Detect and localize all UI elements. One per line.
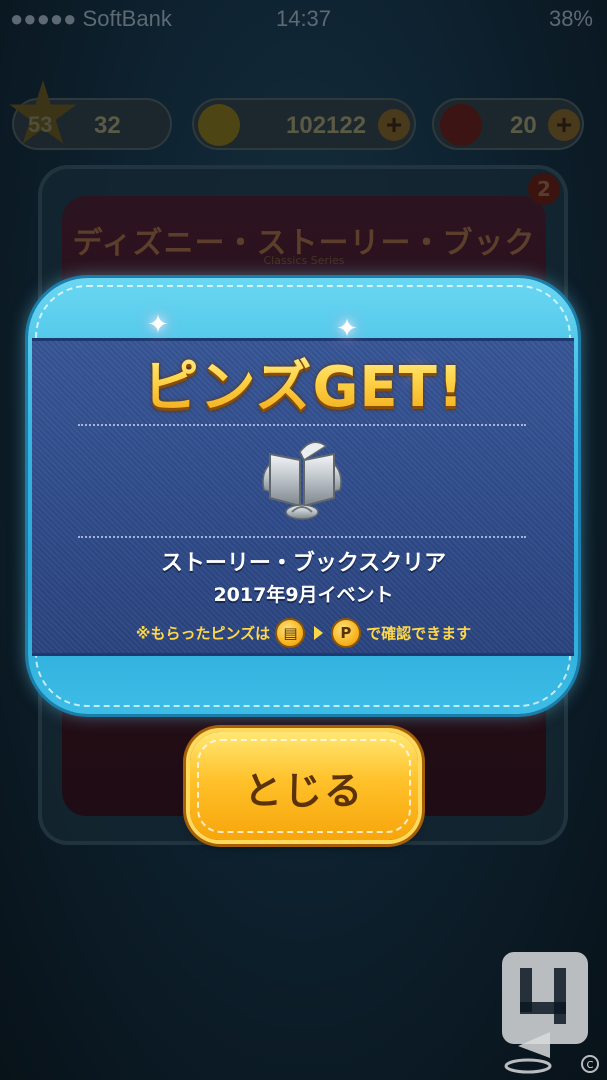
divider-top: [78, 424, 526, 426]
heart-count: 20: [510, 112, 537, 139]
svg-text:C: C: [587, 1060, 594, 1071]
pin-event-label: 2017年9月イベント: [213, 584, 394, 606]
heart-icon: [440, 104, 482, 146]
clock: 14:37: [275, 6, 332, 31]
sparkle-icon: ✦: [336, 314, 358, 344]
add-hearts-button[interactable]: +: [548, 109, 580, 141]
close-button[interactable]: とじる: [190, 732, 418, 840]
arrow-right-icon: [313, 626, 323, 640]
heart-counter: 20 +: [432, 98, 584, 150]
notice-prefix: ※もらったピンズは: [135, 624, 271, 643]
sparkle-icon: ✦: [147, 310, 169, 340]
add-coins-button[interactable]: +: [378, 109, 410, 141]
level-number: 53: [28, 112, 53, 137]
divider-bottom: [78, 536, 526, 538]
modal-title: ピンズGET!: [0, 342, 607, 423]
level-progress: 32: [94, 112, 121, 139]
coin-icon: [198, 104, 240, 146]
notice-text: ※もらったピンズは で確認できます: [0, 618, 607, 650]
pin-name: ストーリー・ブックスクリア: [160, 551, 447, 576]
document-icon: [275, 618, 306, 648]
coin-count: 102122: [286, 112, 367, 139]
close-button-label: とじる: [243, 769, 364, 813]
p-coin-icon: [330, 618, 361, 648]
notice-suffix: で確認できます: [366, 624, 472, 643]
status-bar: ●●●●● SoftBank 14:37 38%: [0, 0, 607, 40]
story-book-subtitle: Classics Series: [263, 254, 345, 267]
watermark-logo: C: [502, 952, 599, 1074]
coin-counter: 102122 +: [192, 98, 416, 150]
notification-badge: 2: [528, 173, 560, 205]
battery-level: 38%: [548, 6, 593, 31]
open-book-badge-icon: [262, 441, 342, 520]
